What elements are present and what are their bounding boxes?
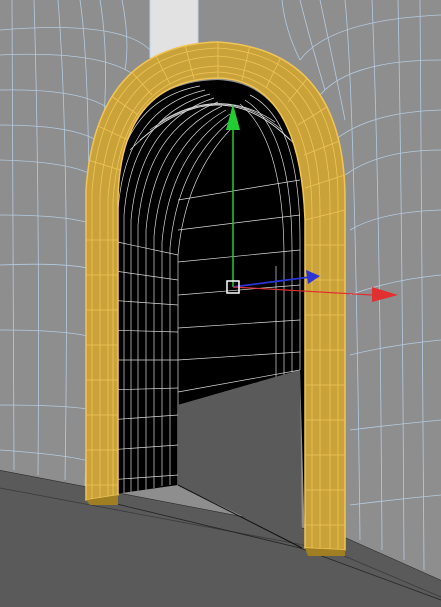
3d-viewport[interactable] <box>0 0 441 607</box>
arch-opening[interactable] <box>108 80 306 549</box>
